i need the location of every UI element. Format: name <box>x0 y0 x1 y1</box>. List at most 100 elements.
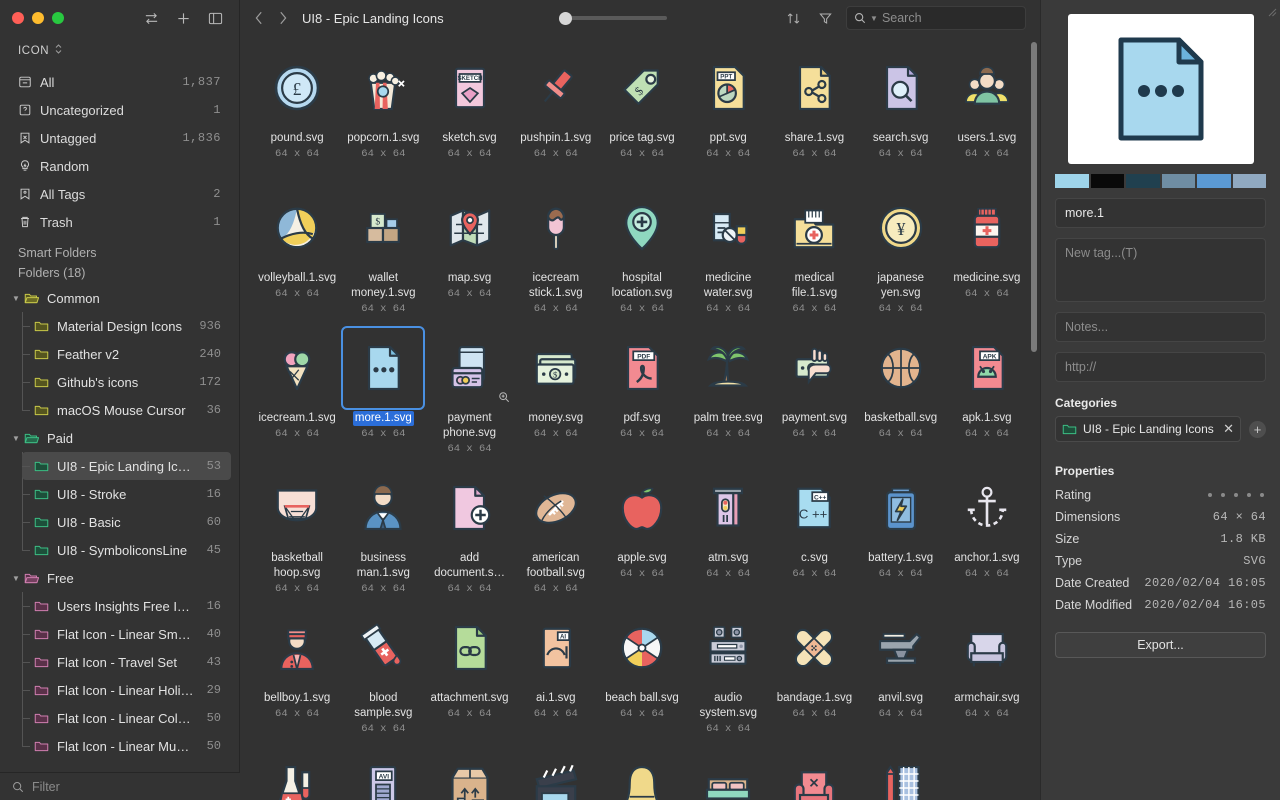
icon-grid-item[interactable]: battery.1.svg 64 x 64 <box>858 456 944 596</box>
icon-grid-item[interactable]: basketball.svg 64 x 64 <box>858 316 944 456</box>
icon-grid-item[interactable]: AI ai.1.svg 64 x 64 <box>513 596 599 736</box>
icon-grid-item[interactable]: anvil.svg 64 x 64 <box>858 596 944 736</box>
sidebar-item-uncategorized[interactable]: Uncategorized 1 <box>8 96 231 124</box>
notes-field[interactable]: Notes... <box>1055 312 1266 342</box>
folder-users-insights-free[interactable]: Users Insights Free I… 16 <box>22 592 231 620</box>
icon-grid-item[interactable]: bellboy.1.svg 64 x 64 <box>254 596 340 736</box>
sort-icon[interactable] <box>782 7 804 29</box>
icon-grid-item[interactable]: $ price tag.svg 64 x 64 <box>599 36 685 176</box>
rating-star[interactable] <box>1221 493 1225 497</box>
icon-grid-item[interactable]: AVI <box>340 736 426 800</box>
folders-header[interactable]: Folders (18) <box>0 264 239 284</box>
icon-grid-item[interactable]: beach ball.svg 64 x 64 <box>599 596 685 736</box>
rating-star[interactable] <box>1208 493 1212 497</box>
sync-icon[interactable] <box>139 7 163 29</box>
folder-ui8-basic[interactable]: UI8 - Basic 60 <box>22 508 231 536</box>
color-swatch[interactable] <box>1126 174 1160 188</box>
icon-grid-item[interactable]: more.1.svg 64 x 64 <box>340 316 426 456</box>
folder-ui8-epic-landing-icons[interactable]: UI8 - Epic Landing Ic… 53 <box>22 452 231 480</box>
sidebar-item-all-tags[interactable]: All Tags 2 <box>8 180 231 208</box>
scrollbar-thumb[interactable] <box>1031 42 1037 352</box>
icon-grid-item[interactable]: $ payment.svg 64 x 64 <box>771 316 857 456</box>
color-swatch[interactable] <box>1197 174 1231 188</box>
folder-common[interactable]: ▼ Common <box>8 284 231 312</box>
icon-grid-item[interactable]: PDF pdf.svg 64 x 64 <box>599 316 685 456</box>
icon-grid-item[interactable]: popcorn.1.svg 64 x 64 <box>340 36 426 176</box>
filter-input[interactable] <box>32 779 228 794</box>
folder-flat-icon-linear-col[interactable]: Flat Icon - Linear Col… 50 <box>22 704 231 732</box>
color-swatch[interactable] <box>1161 174 1195 188</box>
icon-grid-item[interactable] <box>426 736 512 800</box>
filename-field[interactable]: more.1 <box>1055 198 1266 228</box>
back-button[interactable] <box>250 7 268 29</box>
grid-scrollbar[interactable] <box>1031 42 1037 712</box>
icon-grid-item[interactable]: icecream stick.1.svg 64 x 64 <box>513 176 599 316</box>
folder-ui8-symboliconsline[interactable]: UI8 - SymboliconsLine 45 <box>22 536 231 564</box>
magnify-icon[interactable] <box>498 390 510 408</box>
thumbnail-size-slider[interactable] <box>558 8 667 28</box>
icon-grid-item[interactable]: palm tree.svg 64 x 64 <box>685 316 771 456</box>
rating-star[interactable] <box>1234 493 1238 497</box>
icon-grid-item[interactable]: ¥ japanese yen.svg 64 x 64 <box>858 176 944 316</box>
color-swatch[interactable] <box>1090 174 1124 188</box>
folder-flat-icon-linear-sm[interactable]: Flat Icon - Linear Sm… 40 <box>22 620 231 648</box>
icon-grid-item[interactable]: medical file.1.svg 64 x 64 <box>771 176 857 316</box>
icon-grid-item[interactable]: payment phone.svg 64 x 64 <box>426 316 512 456</box>
icon-grid-item[interactable] <box>254 736 340 800</box>
icon-grid-item[interactable]: hospital location.svg 64 x 64 <box>599 176 685 316</box>
icon-grid-item[interactable]: medicine water.svg 64 x 64 <box>685 176 771 316</box>
icon-grid-item[interactable]: APK apk.1.svg 64 x 64 <box>944 316 1030 456</box>
icon-grid-item[interactable] <box>685 736 771 800</box>
sidebar-item-untagged[interactable]: Untagged 1,836 <box>8 124 231 152</box>
url-field[interactable]: http:// <box>1055 352 1266 382</box>
zoom-button[interactable] <box>52 12 64 24</box>
minimize-button[interactable] <box>32 12 44 24</box>
icon-grid-item[interactable]: apple.svg 64 x 64 <box>599 456 685 596</box>
folder-feather-v2[interactable]: Feather v2 240 <box>22 340 231 368</box>
icon-grid-item[interactable]: basketball hoop.svg 64 x 64 <box>254 456 340 596</box>
filter-funnel-icon[interactable] <box>814 7 836 29</box>
icon-grid-item[interactable]: business man.1.svg 64 x 64 <box>340 456 426 596</box>
icon-grid-scroll[interactable]: £ pound.svg 64 x 64 popcorn.1.svg 64 x 64 SKE… <box>240 36 1040 800</box>
sidebar-filter-bar[interactable] <box>0 772 240 800</box>
icon-grid-item[interactable] <box>599 736 685 800</box>
close-button[interactable] <box>12 12 24 24</box>
sidebar-toggle-icon[interactable] <box>203 7 227 29</box>
rating-star[interactable] <box>1260 493 1264 497</box>
icon-grid-item[interactable]: atm.svg 64 x 64 <box>685 456 771 596</box>
folder-githubs-icons[interactable]: Github's icons 172 <box>22 368 231 396</box>
resize-grip-icon[interactable] <box>1268 4 1277 22</box>
icon-grid-item[interactable]: PPT ppt.svg 64 x 64 <box>685 36 771 176</box>
icon-grid-item[interactable]: armchair.svg 64 x 64 <box>944 596 1030 736</box>
sidebar-item-trash[interactable]: Trash 1 <box>8 208 231 236</box>
chevron-down-icon[interactable]: ▼ <box>8 294 24 303</box>
icon-grid-item[interactable]: share.1.svg 64 x 64 <box>771 36 857 176</box>
rating-stars[interactable] <box>1208 493 1266 497</box>
icon-grid-item[interactable]: SKETCH sketch.svg 64 x 64 <box>426 36 512 176</box>
icon-grid-item[interactable] <box>771 736 857 800</box>
color-swatch[interactable] <box>1232 174 1266 188</box>
plus-icon[interactable] <box>171 7 195 29</box>
icon-grid-item[interactable]: $ wallet money.1.svg 64 x 64 <box>340 176 426 316</box>
icon-grid-item[interactable]: bandage.1.svg 64 x 64 <box>771 596 857 736</box>
icon-grid-item[interactable] <box>858 736 944 800</box>
chevron-down-icon[interactable]: ▼ <box>8 574 24 583</box>
icon-grid-item[interactable]: search.svg 64 x 64 <box>858 36 944 176</box>
icon-grid-item[interactable]: $ money.svg 64 x 64 <box>513 316 599 456</box>
category-chip[interactable]: UI8 - Epic Landing Icons ✕ <box>1055 416 1241 442</box>
folder-flat-icon-linear-mu[interactable]: Flat Icon - Linear Mu… 50 <box>22 732 231 760</box>
smart-folders-header[interactable]: Smart Folders <box>0 236 239 264</box>
icon-grid-item[interactable]: volleyball.1.svg 64 x 64 <box>254 176 340 316</box>
icon-grid-item[interactable]: anchor.1.svg 64 x 64 <box>944 456 1030 596</box>
folder-macos-mouse-cursor[interactable]: macOS Mouse Cursor 36 <box>22 396 231 424</box>
close-icon[interactable]: ✕ <box>1223 421 1234 437</box>
icon-grid-item[interactable] <box>513 736 599 800</box>
icon-grid-item[interactable]: users.1.svg 64 x 64 <box>944 36 1030 176</box>
icon-grid-item[interactable]: £ pound.svg 64 x 64 <box>254 36 340 176</box>
icon-grid-item[interactable]: C++ C ++ c.svg 64 x 64 <box>771 456 857 596</box>
forward-button[interactable] <box>274 7 292 29</box>
chevron-down-icon[interactable]: ▼ <box>8 434 24 443</box>
icon-grid-item[interactable]: audio system.svg 64 x 64 <box>685 596 771 736</box>
slider-knob[interactable] <box>558 11 572 25</box>
search-box[interactable]: ▼ Search <box>846 6 1027 30</box>
